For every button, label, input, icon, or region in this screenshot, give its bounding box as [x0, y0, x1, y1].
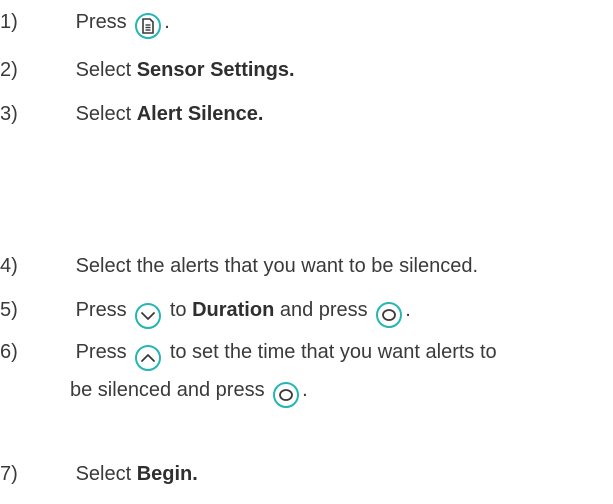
step-text-press: Press — [75, 11, 127, 33]
step-text: Press to set the time that you want aler… — [75, 341, 497, 371]
step-bold-term: Sensor Settings. — [136, 59, 295, 81]
step-period: . — [302, 379, 308, 401]
step-period: . — [405, 299, 411, 321]
step-6-continuation: be silenced and press . — [70, 376, 308, 408]
step-text: Select Begin. — [76, 463, 198, 485]
step-text-press: Press — [75, 341, 127, 363]
step-3: 3) Select Alert Silence. — [0, 100, 263, 128]
step-5: 5) Press to Duration and press . — [0, 296, 411, 329]
step-text: Press . — [75, 11, 170, 39]
step-text-continuation: be silenced and press — [70, 379, 265, 401]
step-number: 2) — [0, 59, 18, 81]
step-text-press: Press — [75, 299, 127, 321]
step-number: 3) — [0, 103, 18, 125]
step-text-to: to — [169, 299, 187, 321]
down-arrow-button-icon — [135, 303, 162, 329]
step-text-set-time: to set the time that you want alerts to — [169, 341, 497, 363]
step-1: 1) Press . — [0, 8, 170, 39]
step-bold-term: Duration — [192, 299, 275, 321]
step-text-select: Select — [75, 103, 137, 125]
step-number: 1) — [0, 11, 18, 33]
step-text-and-press: and press — [279, 299, 368, 321]
step-text-select: Select — [75, 463, 137, 485]
step-bold-term: Begin. — [136, 463, 198, 485]
step-text: Select Sensor Settings. — [76, 59, 295, 81]
step-number: 7) — [0, 463, 18, 485]
step-period: . — [164, 11, 170, 33]
menu-button-icon — [135, 13, 162, 39]
step-number: 4) — [0, 255, 18, 277]
step-text-select: Select — [75, 59, 137, 81]
step-number: 6) — [0, 341, 18, 363]
step-number: 5) — [0, 299, 18, 321]
step-4: 4) Select the alerts that you want to be… — [0, 252, 478, 280]
step-6: 6) Press to set the time that you want a… — [0, 338, 497, 371]
step-text: Press to Duration and press . — [75, 299, 411, 329]
step-text: Select the alerts that you want to be si… — [75, 255, 479, 277]
step-text: Select Alert Silence. — [76, 103, 264, 125]
select-button-icon — [376, 302, 403, 328]
step-2: 2) Select Sensor Settings. — [0, 56, 295, 84]
up-arrow-button-icon — [135, 345, 162, 371]
select-button-icon — [273, 382, 300, 408]
step-7: 7) Select Begin. — [0, 460, 198, 488]
step-bold-term: Alert Silence. — [136, 103, 264, 125]
